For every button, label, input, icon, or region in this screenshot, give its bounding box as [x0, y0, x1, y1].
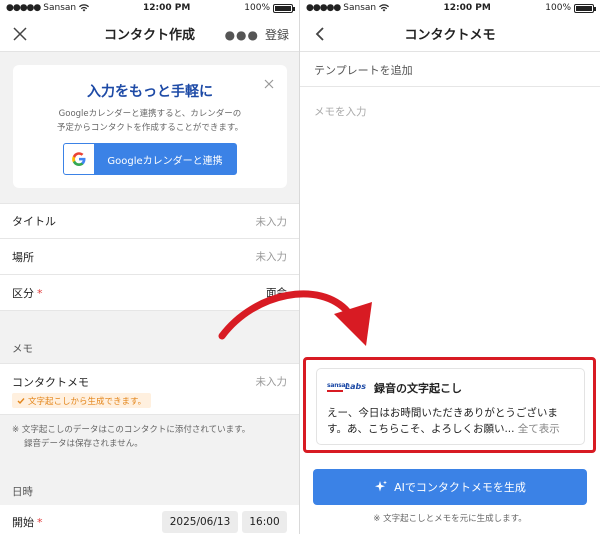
- page-title: コンタクト作成: [103, 28, 195, 43]
- memo-input[interactable]: メモを入力: [300, 88, 600, 358]
- battery-icon: [273, 3, 295, 13]
- contact-memo-label: コンタクトメモ: [12, 376, 89, 389]
- field-value: 面会: [266, 287, 287, 299]
- transcript-badge: 文字起こしから生成できます。: [12, 393, 152, 408]
- logo-labs-text: Labs: [345, 382, 366, 391]
- field-category[interactable]: 区分 * 面会: [0, 275, 299, 311]
- signal-icon: ●●●●●: [6, 3, 41, 13]
- clock: 12:00 PM: [143, 3, 191, 13]
- register-button[interactable]: 登録: [265, 26, 289, 43]
- chevron-left-icon[interactable]: [310, 24, 330, 44]
- more-dots-icon[interactable]: ●●●: [225, 28, 259, 42]
- transcript-note: ※ 文字起こしのデータはこのコンタクトに添付されています。 録音データは保存され…: [12, 423, 292, 451]
- battery-icon: [574, 3, 596, 13]
- field-title[interactable]: タイトル 未入力: [0, 203, 299, 239]
- template-add-field[interactable]: テンプレートを追加: [300, 53, 600, 87]
- status-bar: ●●●●● Sansan 12:00 PM 100%: [300, 0, 600, 16]
- banner-desc-line1: Googleカレンダーと連携すると、カレンダーの: [58, 109, 242, 119]
- ai-generate-memo-label: AIでコンタクトメモを生成: [394, 481, 526, 494]
- start-label: 開始 *: [12, 514, 43, 530]
- close-icon[interactable]: [10, 24, 30, 44]
- google-g-icon: [64, 144, 94, 174]
- field-value: 未入力: [255, 251, 288, 263]
- nav-bar: コンタクト作成 ●●● 登録: [0, 16, 299, 52]
- contact-create-screen: ●●●●● Sansan 12:00 PM 100% コンタクト作成 ●●● 登…: [0, 0, 299, 534]
- field-label: 区分 *: [12, 285, 43, 301]
- transcript-preview: えー、今日はお時間いただきありがとうございま す。あ、こちらこそ、よろしくお願い…: [327, 405, 577, 437]
- start-datetime-row: 開始 * 2025/06/13 16:00: [0, 505, 299, 534]
- nav-bar: コンタクトメモ: [300, 16, 600, 52]
- sparkle-icon: [375, 480, 388, 492]
- contact-memo-field[interactable]: コンタクトメモ 未入力 文字起こしから生成できます。: [0, 363, 299, 415]
- transcript-title: 録音の文字起こし: [374, 382, 462, 395]
- field-label: タイトル: [12, 215, 56, 228]
- field-label: 場所: [12, 250, 34, 264]
- memo-section-header: メモ: [12, 343, 33, 355]
- banner-desc-line2: 予定からコンタクトを作成することができます。: [56, 123, 244, 133]
- page-title: コンタクトメモ: [404, 28, 496, 43]
- clock: 12:00 PM: [443, 3, 491, 13]
- field-value: 未入力: [255, 215, 288, 228]
- contact-memo-screen: ●●●●● Sansan 12:00 PM 100% コンタクトメモ テンプレー…: [300, 0, 600, 534]
- transcript-line2: す。あ、こちらこそ、よろしくお願い...: [327, 423, 515, 435]
- note-line1: ※ 文字起こしのデータはこのコンタクトに添付されています。: [12, 425, 251, 435]
- start-date-picker[interactable]: 2025/06/13: [162, 511, 238, 533]
- contact-memo-value: 未入力: [255, 376, 288, 388]
- datetime-section-header: 日時: [12, 486, 33, 498]
- required-mark: *: [37, 516, 43, 529]
- google-calendar-connect-button[interactable]: Googleカレンダーと連携: [63, 143, 237, 175]
- field-label-text: 区分: [12, 286, 34, 300]
- wifi-icon: [379, 4, 390, 12]
- ai-generate-note: ※ 文字起こしとメモを元に生成します。: [373, 514, 527, 524]
- start-time-picker[interactable]: 16:00: [242, 511, 287, 533]
- field-location[interactable]: 場所 未入力: [0, 239, 299, 275]
- wifi-icon: [79, 4, 90, 12]
- signal-icon: ●●●●●: [306, 3, 341, 13]
- battery-percent: 100%: [545, 3, 571, 13]
- transcript-line1: えー、今日はお時間いただきありがとうございま: [327, 407, 558, 419]
- carrier-label: Sansan: [43, 3, 77, 13]
- status-bar: ●●●●● Sansan 12:00 PM 100%: [0, 0, 299, 16]
- transcript-card[interactable]: sansan Labs 録音の文字起こし えー、今日はお時間いただきありがとうご…: [316, 368, 585, 445]
- google-calendar-connect-label: Googleカレンダーと連携: [107, 155, 223, 167]
- note-line2: 録音データは保存されません。: [24, 439, 143, 449]
- sansan-labs-logo: sansan Labs: [327, 382, 369, 394]
- banner-description: Googleカレンダーと連携すると、カレンダーの 予定からコンタクトを作成するこ…: [13, 107, 287, 135]
- transcript-badge-text: 文字起こしから生成できます。: [28, 396, 147, 407]
- contact-fields: タイトル 未入力 場所 未入力 区分 * 面会: [0, 203, 299, 311]
- start-label-text: 開始: [12, 516, 34, 529]
- banner-title: 入力をもっと手軽に: [87, 84, 213, 100]
- battery-percent: 100%: [244, 3, 270, 13]
- required-mark: *: [37, 286, 43, 300]
- show-all-link[interactable]: 全て表示: [514, 423, 560, 435]
- transcript-highlight: sansan Labs 録音の文字起こし えー、今日はお時間いただきありがとうご…: [303, 357, 596, 453]
- carrier-label: Sansan: [343, 3, 377, 13]
- check-icon: [17, 397, 25, 404]
- ai-generate-memo-button[interactable]: AIでコンタクトメモを生成: [313, 469, 587, 505]
- google-calendar-banner: 入力をもっと手軽に Googleカレンダーと連携すると、カレンダーの 予定からコ…: [13, 65, 287, 188]
- banner-close-icon[interactable]: [263, 75, 275, 89]
